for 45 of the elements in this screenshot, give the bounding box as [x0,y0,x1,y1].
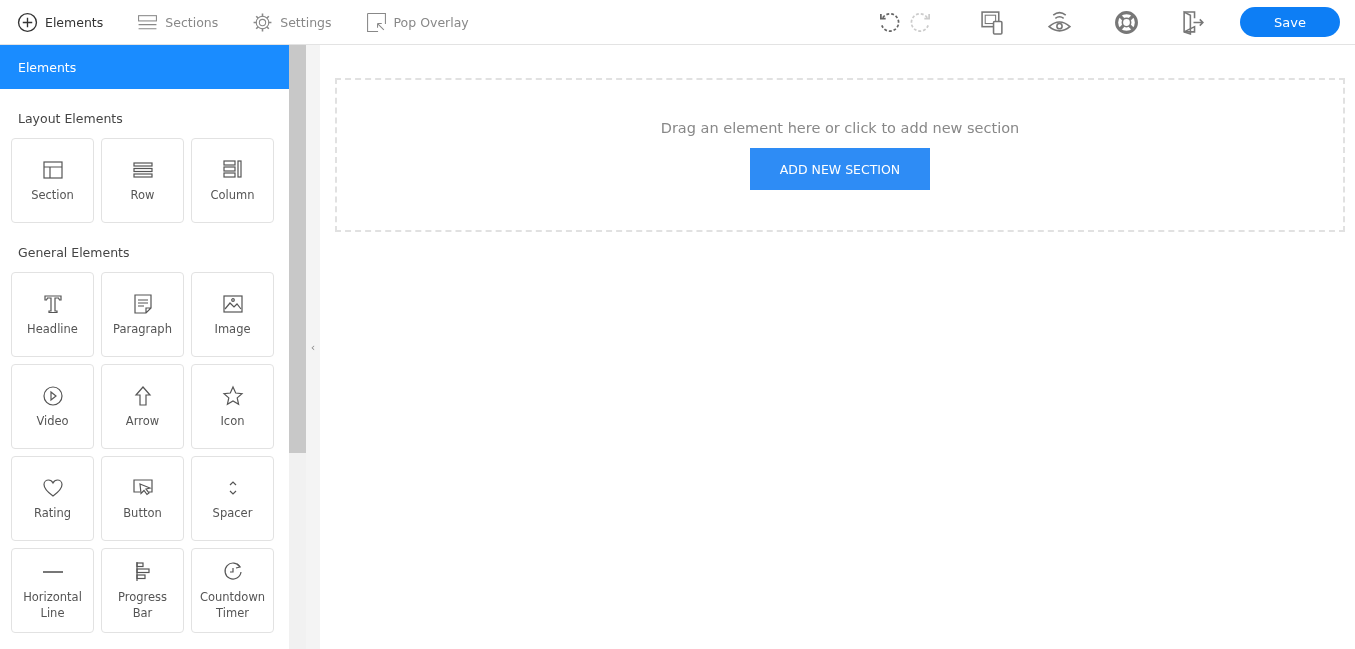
nav-tab[interactable]: Settings [252,11,332,33]
element-tile[interactable]: Image [191,272,274,357]
play-icon [41,384,64,407]
element-tile[interactable]: Progress Bar [101,548,184,633]
nav-tab[interactable]: Pop Overlay [365,11,469,33]
element-tile[interactable]: Countdown Timer [191,548,274,633]
line-icon [41,570,64,573]
drop-zone[interactable]: Drag an element here or click to add new section ADD NEW SECTION [335,78,1345,232]
element-tile[interactable]: Video [11,364,94,449]
element-tile[interactable]: Icon [191,364,274,449]
picture-icon [221,292,244,315]
exit-door-icon[interactable] [1181,9,1206,35]
text-t-icon [41,292,64,315]
element-tile[interactable]: Rating [11,456,94,541]
element-tile[interactable]: Spacer [191,456,274,541]
sidebar-header: Elements [0,45,289,89]
columns-icon [221,158,244,181]
element-tile[interactable]: Column [191,138,274,223]
heart-icon [41,476,64,499]
nav-tab[interactable]: Elements [17,11,104,33]
document-icon [131,292,154,315]
element-tile[interactable]: Headline [11,272,94,357]
element-tile[interactable]: Row [101,138,184,223]
devices-icon[interactable] [980,9,1005,35]
save-button[interactable]: Save [1240,7,1340,37]
corner-arrow-icon [365,11,387,33]
eye-icon[interactable] [1047,9,1072,35]
lifebuoy-icon[interactable] [1114,9,1139,35]
star-icon [221,384,244,407]
settings-icon [252,11,274,33]
element-tile[interactable]: Button [101,456,184,541]
group-title: Layout Elements [17,110,124,128]
scrollbar-thumb[interactable] [289,45,306,453]
collapse-handle[interactable]: ‹ [306,45,320,649]
layout-icon [41,158,64,181]
timer-icon [221,560,244,583]
element-tile[interactable]: Arrow [101,364,184,449]
drop-hint: Drag an element here or click to add new section [660,120,1020,136]
element-tile[interactable]: Section [11,138,94,223]
element-tile[interactable]: Paragraph [101,272,184,357]
element-tile[interactable]: Horizontal Line [11,548,94,633]
group-title: General Elements [17,244,131,262]
undo-icon[interactable] [878,10,901,34]
nav-tab[interactable]: Sections [137,11,219,33]
plus-circle-icon [17,11,38,33]
